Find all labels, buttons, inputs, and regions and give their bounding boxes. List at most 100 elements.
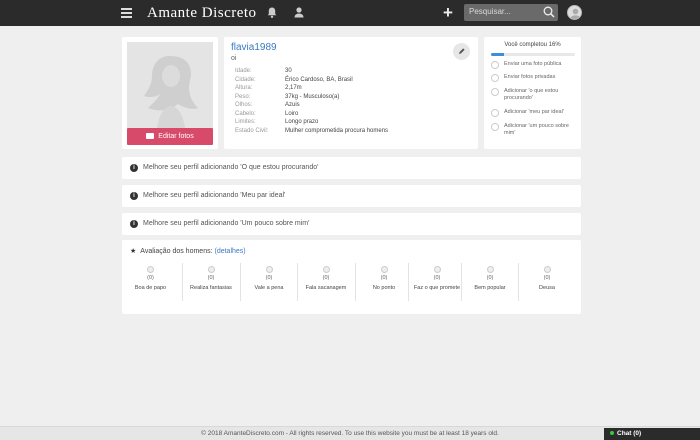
field-value: 30 bbox=[285, 68, 292, 74]
tip-text: Melhore seu perfil adicionando 'O que es… bbox=[143, 164, 319, 171]
profile-fields: Idade: 30 Cidade: Érico Cardoso, BA, Brasi… bbox=[235, 67, 388, 135]
profile-photo-placeholder bbox=[127, 42, 213, 128]
rating-item[interactable]: (0) Deusa bbox=[518, 263, 575, 301]
field-key: Estado Civil: bbox=[235, 127, 269, 134]
completion-title: Você completou 16% bbox=[504, 42, 561, 48]
circle-icon bbox=[380, 266, 388, 273]
field-row: Cabelo: Loiro bbox=[235, 110, 388, 119]
menu-icon[interactable] bbox=[121, 8, 132, 18]
rating-count: (0) bbox=[147, 275, 154, 281]
footer-text: © 2018 AmanteDiscreto.com - All rights r… bbox=[201, 430, 499, 437]
circle-icon bbox=[486, 266, 494, 273]
circle-icon bbox=[491, 123, 499, 131]
rating-label: Vale a pena bbox=[254, 285, 284, 291]
rating-item[interactable]: (0) Boa de papo bbox=[122, 263, 179, 301]
search-box[interactable]: Pesquisar... bbox=[464, 4, 558, 21]
circle-icon bbox=[322, 266, 330, 273]
rating-item[interactable]: (0) Faz o que promete bbox=[408, 263, 465, 301]
edit-profile-button[interactable] bbox=[453, 43, 470, 60]
field-key: Olhos: bbox=[235, 102, 253, 108]
profile-completion-card: Você completou 16% Enviar uma foto públi… bbox=[484, 37, 581, 149]
circle-icon bbox=[543, 266, 551, 273]
rating-item[interactable]: (0) No ponto bbox=[355, 263, 412, 301]
rating-item[interactable]: (0) Realiza fantasias bbox=[182, 263, 239, 301]
circle-icon bbox=[491, 109, 499, 117]
task-label: Adicionar 'um pouco sobre mim' bbox=[504, 123, 569, 136]
site-logo[interactable]: Amante Discreto bbox=[147, 5, 257, 22]
circle-icon bbox=[491, 61, 499, 69]
circle-icon bbox=[207, 266, 215, 273]
profile-photo-card: Editar fotos bbox=[122, 37, 218, 149]
chat-label: Chat (0) bbox=[617, 430, 642, 437]
ratings-header: ★ Avaliação dos homens: (detalhes) bbox=[130, 247, 246, 255]
rating-count: (0) bbox=[207, 275, 215, 281]
top-navbar: Amante Discreto + Pesquisar... bbox=[0, 0, 700, 26]
rating-label: No ponto bbox=[372, 285, 396, 291]
field-value: Azuis bbox=[285, 102, 300, 108]
profile-tip[interactable]: i Melhore seu perfil adicionando 'O que … bbox=[122, 157, 581, 179]
info-icon: i bbox=[130, 192, 138, 200]
field-row: Peso: 37kg - Musculoso(a) bbox=[235, 93, 388, 102]
field-value: Érico Cardoso, BA, Brasil bbox=[285, 76, 353, 83]
profile-info-card: flavia1989 oi Idade: 30 Cidade: Érico Card… bbox=[224, 37, 478, 149]
field-row: Idade: 30 bbox=[235, 67, 388, 76]
user-status: oi bbox=[231, 55, 237, 62]
task-label: Adicionar 'meu par ideal' bbox=[504, 109, 564, 115]
rating-item[interactable]: (0) Vale a pena bbox=[240, 263, 297, 301]
field-row: Limites: Longo prazo bbox=[235, 118, 388, 127]
user-icon[interactable] bbox=[293, 6, 305, 19]
edit-photos-button[interactable]: Editar fotos bbox=[127, 128, 213, 145]
rating-label: Boa de papo bbox=[134, 285, 167, 291]
task-label: Adicionar 'o que estou procurando' bbox=[504, 88, 559, 101]
ratings-title: Avaliação dos homens: bbox=[140, 248, 213, 255]
ratings-card: ★ Avaliação dos homens: (detalhes) (0) Boa… bbox=[122, 240, 581, 314]
field-row: Altura: 2,17m bbox=[235, 84, 388, 93]
bell-icon[interactable] bbox=[266, 6, 278, 19]
tip-text: Melhore seu perfil adicionando 'Meu par … bbox=[143, 192, 286, 199]
rating-count: (0) bbox=[543, 275, 551, 281]
completion-progress-bar bbox=[491, 53, 575, 56]
rating-label: Realiza fantasias bbox=[190, 285, 232, 291]
rating-count: (0) bbox=[380, 275, 388, 281]
rating-count: (0) bbox=[265, 275, 273, 281]
field-row: Cidade: Érico Cardoso, BA, Brasil bbox=[235, 76, 388, 85]
rating-item[interactable]: (0) Fala sacanagem bbox=[297, 263, 354, 301]
profile-tip[interactable]: i Melhore seu perfil adicionando 'Meu pa… bbox=[122, 185, 581, 207]
circle-icon bbox=[433, 266, 441, 273]
field-value: Loiro bbox=[285, 110, 299, 117]
chat-button[interactable]: Chat (0) bbox=[604, 428, 700, 440]
field-value: Longo prazo bbox=[285, 119, 319, 125]
field-row: Estado Civil: Mulher comprometida procura… bbox=[235, 127, 388, 136]
field-key: Idade: bbox=[235, 68, 252, 74]
rating-label: Bem popular bbox=[474, 285, 506, 291]
add-icon[interactable]: + bbox=[443, 4, 453, 21]
rating-item[interactable]: (0) Bem popular bbox=[461, 263, 518, 301]
info-icon: i bbox=[130, 164, 138, 172]
page-footer: © 2018 AmanteDiscreto.com - All rights r… bbox=[0, 426, 700, 440]
username[interactable]: flavia1989 bbox=[231, 42, 277, 53]
field-key: Peso: bbox=[235, 93, 251, 100]
field-key: Cidade: bbox=[235, 76, 256, 83]
field-value: Mulher comprometida procura homens bbox=[285, 127, 389, 134]
field-key: Limites: bbox=[235, 119, 256, 125]
field-key: Cabelo: bbox=[235, 110, 256, 117]
camera-icon bbox=[146, 133, 155, 139]
rating-count: (0) bbox=[486, 275, 494, 281]
circle-icon bbox=[147, 266, 154, 273]
circle-icon bbox=[491, 88, 499, 96]
rating-count: (0) bbox=[322, 275, 330, 281]
search-input[interactable]: Pesquisar... bbox=[469, 7, 511, 16]
ratings-details-link[interactable]: (detalhes) bbox=[214, 248, 245, 255]
online-dot-icon bbox=[610, 430, 614, 435]
field-value: 37kg - Musculoso(a) bbox=[285, 93, 340, 100]
profile-tip[interactable]: i Melhore seu perfil adicionando 'Um pou… bbox=[122, 213, 581, 235]
task-label: Enviar uma foto pública bbox=[504, 61, 562, 67]
field-row: Olhos: Azuis bbox=[235, 101, 388, 110]
task-label: Enviar fotos privadas bbox=[504, 74, 556, 80]
info-icon: i bbox=[130, 220, 138, 228]
search-icon[interactable] bbox=[542, 5, 556, 19]
circle-icon bbox=[491, 74, 499, 82]
star-icon: ★ bbox=[130, 248, 137, 255]
edit-photos-label: Editar fotos bbox=[158, 133, 194, 140]
avatar[interactable] bbox=[567, 5, 582, 20]
